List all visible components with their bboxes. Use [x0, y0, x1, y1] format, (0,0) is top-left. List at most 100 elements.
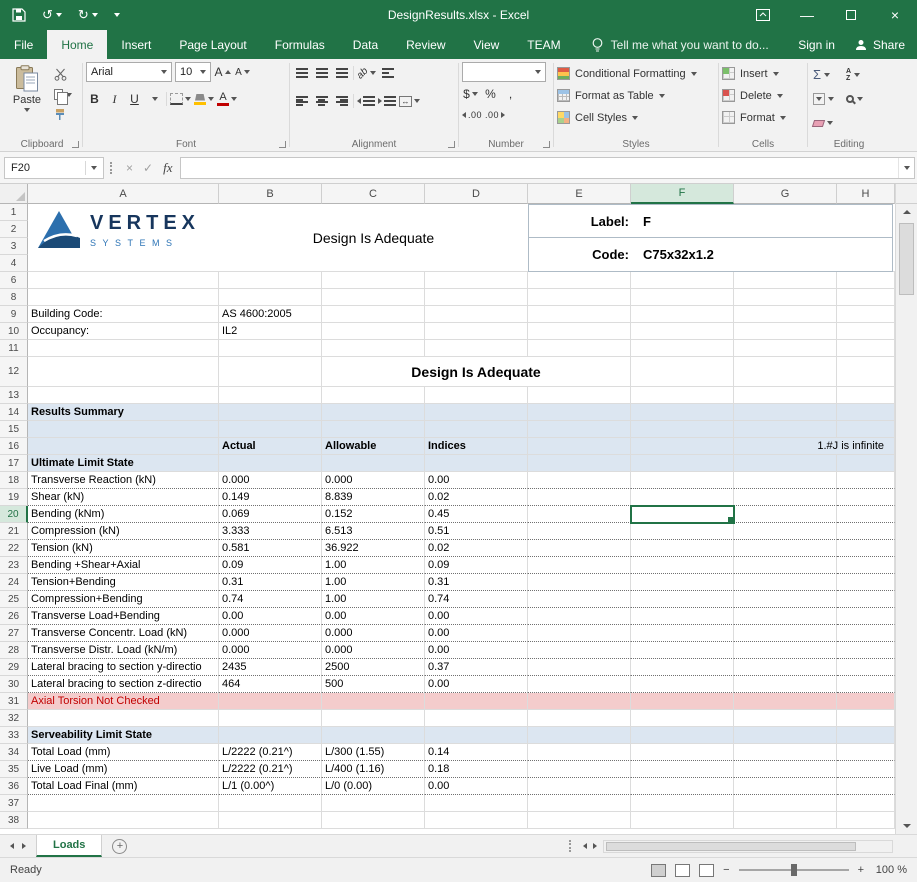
- cell-F20[interactable]: [631, 506, 734, 523]
- align-left-button[interactable]: [293, 92, 310, 110]
- cell-E38[interactable]: [528, 812, 631, 829]
- cell-H20[interactable]: [837, 506, 895, 523]
- column-header-F[interactable]: F: [631, 184, 734, 204]
- cell-G23[interactable]: [734, 557, 837, 574]
- cell-C36[interactable]: L/0 (0.00): [322, 778, 425, 795]
- cell-C33[interactable]: [322, 727, 425, 744]
- cell-G32[interactable]: [734, 710, 837, 727]
- cell-G12[interactable]: [734, 357, 837, 387]
- cell-B8[interactable]: [219, 289, 322, 306]
- row-header-10[interactable]: 10: [0, 323, 28, 340]
- vertical-scroll-track[interactable]: [896, 220, 917, 818]
- cell-E20[interactable]: [528, 506, 631, 523]
- cell-E25[interactable]: [528, 591, 631, 608]
- row-header-29[interactable]: 29: [0, 659, 28, 676]
- cell-B25[interactable]: 0.74: [219, 591, 322, 608]
- row-header-37[interactable]: 37: [0, 795, 28, 812]
- redo-button[interactable]: ↻: [78, 7, 98, 23]
- cell-E13[interactable]: [528, 387, 631, 404]
- row-header-36[interactable]: 36: [0, 778, 28, 795]
- cell-F38[interactable]: [631, 812, 734, 829]
- customize-qat-button[interactable]: [114, 13, 120, 17]
- cell-C28[interactable]: 0.000: [322, 642, 425, 659]
- cell-D18[interactable]: 0.00: [425, 472, 528, 489]
- cell-H21[interactable]: [837, 523, 895, 540]
- merge-center-button[interactable]: ↔: [399, 92, 420, 110]
- cell-B31[interactable]: [219, 693, 322, 710]
- cell-B11[interactable]: [219, 340, 322, 357]
- cell-A10[interactable]: Occupancy:: [28, 323, 219, 340]
- cell-C25[interactable]: 1.00: [322, 591, 425, 608]
- cell-C29[interactable]: 2500: [322, 659, 425, 676]
- cell-G21[interactable]: [734, 523, 837, 540]
- cell-C10[interactable]: [322, 323, 425, 340]
- row-header-25[interactable]: 25: [0, 591, 28, 608]
- cell-E16[interactable]: [528, 438, 631, 455]
- new-sheet-button[interactable]: +: [112, 839, 127, 854]
- increase-indent-button[interactable]: [378, 92, 396, 110]
- cell-A20[interactable]: Bending (kNm): [28, 506, 219, 523]
- cell-H9[interactable]: [837, 306, 895, 323]
- cell-G24[interactable]: [734, 574, 837, 591]
- save-button[interactable]: [12, 8, 26, 22]
- cell-C26[interactable]: 0.00: [322, 608, 425, 625]
- zoom-level[interactable]: 100 %: [873, 864, 907, 876]
- row-header-19[interactable]: 19: [0, 489, 28, 506]
- cell-D6[interactable]: [425, 272, 528, 289]
- cell-G38[interactable]: [734, 812, 837, 829]
- cell-A27[interactable]: Transverse Concentr. Load (kN): [28, 625, 219, 642]
- page-layout-view-button[interactable]: [675, 864, 690, 877]
- fill-color-button[interactable]: [194, 90, 214, 108]
- cell-B33[interactable]: [219, 727, 322, 744]
- vertical-scroll-thumb[interactable]: [899, 223, 914, 295]
- cell-D29[interactable]: 0.37: [425, 659, 528, 676]
- cell-C19[interactable]: 8.839: [322, 489, 425, 506]
- cell-D28[interactable]: 0.00: [425, 642, 528, 659]
- cell-B29[interactable]: 2435: [219, 659, 322, 676]
- cell-D32[interactable]: [425, 710, 528, 727]
- row-header-23[interactable]: 23: [0, 557, 28, 574]
- column-header-A[interactable]: A: [28, 184, 219, 204]
- row-header-24[interactable]: 24: [0, 574, 28, 591]
- select-all-button[interactable]: [0, 184, 28, 204]
- column-header-G[interactable]: G: [734, 184, 837, 204]
- cell-B10[interactable]: IL2: [219, 323, 322, 340]
- cell-E11[interactable]: [528, 340, 631, 357]
- cell-F36[interactable]: [631, 778, 734, 795]
- row-header-30[interactable]: 30: [0, 676, 28, 693]
- zoom-in-button[interactable]: +: [858, 864, 864, 876]
- cell-B13[interactable]: [219, 387, 322, 404]
- cell-D36[interactable]: 0.00: [425, 778, 528, 795]
- cell-E9[interactable]: [528, 306, 631, 323]
- cell-G30[interactable]: [734, 676, 837, 693]
- previous-sheet-button[interactable]: [10, 843, 14, 849]
- cell-F31[interactable]: [631, 693, 734, 710]
- borders-button[interactable]: [170, 90, 191, 108]
- row-header-31[interactable]: 31: [0, 693, 28, 710]
- cell-E22[interactable]: [528, 540, 631, 557]
- cell-F16[interactable]: [631, 438, 734, 455]
- cell-G10[interactable]: [734, 323, 837, 340]
- cell-E33[interactable]: [528, 727, 631, 744]
- cell-H32[interactable]: [837, 710, 895, 727]
- cell-G36[interactable]: [734, 778, 837, 795]
- increase-decimal-button[interactable]: .00: [462, 106, 482, 124]
- column-header-H[interactable]: H: [837, 184, 895, 204]
- cell-C35[interactable]: L/400 (1.16): [322, 761, 425, 778]
- cell-D10[interactable]: [425, 323, 528, 340]
- cell-B34[interactable]: L/2222 (0.21^): [219, 744, 322, 761]
- middle-align-button[interactable]: [313, 64, 330, 82]
- cell-F24[interactable]: [631, 574, 734, 591]
- copy-button[interactable]: [52, 86, 74, 103]
- cell-D8[interactable]: [425, 289, 528, 306]
- autosum-button[interactable]: Σ: [811, 66, 836, 83]
- cell-H10[interactable]: [837, 323, 895, 340]
- cell-H28[interactable]: [837, 642, 895, 659]
- decrease-decimal-button[interactable]: .00: [485, 106, 505, 124]
- cell-G14[interactable]: [734, 404, 837, 421]
- cell-A13[interactable]: [28, 387, 219, 404]
- cell-A26[interactable]: Transverse Load+Bending: [28, 608, 219, 625]
- cell-H11[interactable]: [837, 340, 895, 357]
- cell-F13[interactable]: [631, 387, 734, 404]
- scroll-down-button[interactable]: [896, 818, 917, 834]
